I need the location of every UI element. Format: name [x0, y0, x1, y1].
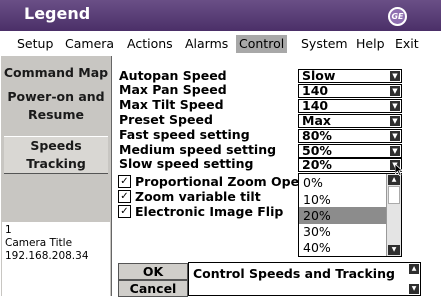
sidebar-item-label: Resume — [28, 107, 84, 122]
chevron-down-icon[interactable]: ▼ — [390, 116, 400, 126]
dropdown-option[interactable]: 30% — [299, 223, 387, 240]
dropdown-option[interactable]: 40% — [299, 239, 387, 256]
menu-setup[interactable]: Setup — [14, 35, 56, 53]
max-tilt-speed-select[interactable]: 140 ▼ — [298, 99, 402, 113]
checkbox-label: Zoom variable tilt — [135, 189, 261, 204]
check-icon[interactable]: ✓ — [118, 175, 131, 188]
title-bar: Legend GE — [0, 0, 441, 31]
select-value: 140 — [302, 98, 329, 113]
check-icon[interactable]: ✓ — [118, 205, 131, 218]
preset-speed-select[interactable]: Max ▼ — [298, 114, 402, 128]
autopan-speed-select[interactable]: Slow ▼ — [298, 69, 402, 83]
ok-button[interactable]: OK — [118, 263, 188, 280]
dropdown-option[interactable]: 10% — [299, 191, 387, 208]
select-value: 140 — [302, 83, 329, 98]
chevron-down-icon[interactable]: ▼ — [388, 245, 400, 255]
sidebar-item-label: Power-on and — [7, 89, 105, 104]
menu-help[interactable]: Help — [353, 35, 388, 53]
medium-speed-select[interactable]: 50% ▼ — [298, 144, 402, 158]
dropdown-option[interactable]: 0% — [299, 174, 387, 191]
autopan-speed-label: Autopan Speed — [119, 68, 227, 83]
menu-alarms[interactable]: Alarms — [182, 35, 231, 53]
max-pan-speed-select[interactable]: 140 ▼ — [298, 84, 402, 98]
sidebar-item-label: Speeds — [30, 138, 82, 153]
ge-logo-icon: GE — [388, 7, 407, 26]
checkbox-label: Electronic Image Flip — [135, 204, 284, 219]
sidebar-item-command-map[interactable]: Command Map — [1, 64, 111, 82]
chevron-down-icon[interactable]: ▼ — [390, 86, 400, 96]
zoom-variable-tilt-checkbox[interactable]: ✓ Zoom variable tilt — [118, 189, 261, 205]
sidebar-item-power-on-resume[interactable]: Power-on and Resume — [1, 88, 111, 124]
menu-bar: Setup Camera Actions Alarms Control Syst… — [0, 33, 441, 54]
fast-speed-select[interactable]: 80% ▼ — [298, 129, 402, 143]
sidebar-item-speeds-tracking[interactable]: Speeds Tracking — [4, 136, 108, 174]
chevron-up-icon[interactable]: ▲ — [409, 264, 419, 274]
camera-info-panel: 1 Camera Title 192.168.208.34 — [2, 222, 110, 296]
menu-control[interactable]: Control — [236, 35, 288, 53]
electronic-image-flip-checkbox[interactable]: ✓ Electronic Image Flip — [118, 204, 283, 220]
cancel-button[interactable]: Cancel — [118, 280, 188, 297]
scrollbar-thumb[interactable] — [388, 186, 400, 204]
menu-system[interactable]: System — [298, 35, 351, 53]
sidebar-item-label: Tracking — [26, 156, 86, 171]
chevron-down-icon[interactable]: ▼ — [409, 284, 419, 294]
preset-speed-label: Preset Speed — [119, 112, 213, 127]
select-value: 50% — [302, 143, 332, 158]
select-value: Slow — [302, 68, 336, 83]
dropdown-scrollbar[interactable]: ▲ ▼ — [386, 174, 401, 256]
menu-actions[interactable]: Actions — [124, 35, 176, 53]
menu-camera[interactable]: Camera — [62, 35, 117, 53]
chevron-down-icon[interactable]: ▼ — [390, 131, 400, 141]
slow-speed-dropdown-list[interactable]: 0% 10% 20% 30% 40% ▲ ▼ — [298, 173, 402, 257]
max-pan-speed-label: Max Pan Speed — [119, 82, 227, 97]
select-value: 20% — [302, 157, 332, 172]
camera-title: Camera Title — [5, 237, 73, 249]
mouse-pointer-icon — [395, 164, 403, 176]
select-value: Max — [302, 113, 331, 128]
camera-number: 1 — [5, 224, 12, 236]
menu-exit[interactable]: Exit — [392, 35, 422, 53]
proportional-zoom-checkbox[interactable]: ✓ Proportional Zoom Opera — [118, 174, 314, 190]
sidebar-item-label: Command Map — [3, 65, 109, 80]
dropdown-option-selected[interactable]: 20% — [299, 207, 387, 224]
chevron-down-icon[interactable]: ▼ — [390, 101, 400, 111]
chevron-up-icon[interactable]: ▲ — [388, 175, 400, 185]
description-box: Control Speeds and Tracking ▲ ▼ — [188, 262, 421, 296]
checkbox-label: Proportional Zoom Opera — [135, 174, 314, 189]
chevron-down-icon[interactable]: ▼ — [390, 71, 400, 81]
camera-ip: 192.168.208.34 — [5, 250, 89, 262]
chevron-down-icon[interactable]: ▼ — [390, 146, 400, 156]
medium-speed-label: Medium speed setting — [119, 142, 277, 157]
window-title: Legend — [24, 4, 91, 23]
select-value: 80% — [302, 128, 332, 143]
fast-speed-label: Fast speed setting — [119, 127, 250, 142]
max-tilt-speed-label: Max Tilt Speed — [119, 97, 224, 112]
description-scrollbar[interactable]: ▲ ▼ — [409, 264, 419, 294]
description-text: Control Speeds and Tracking — [193, 266, 395, 281]
slow-speed-select[interactable]: 20% ▼ — [298, 158, 402, 172]
check-icon[interactable]: ✓ — [118, 190, 131, 203]
slow-speed-label: Slow speed setting — [119, 156, 254, 171]
